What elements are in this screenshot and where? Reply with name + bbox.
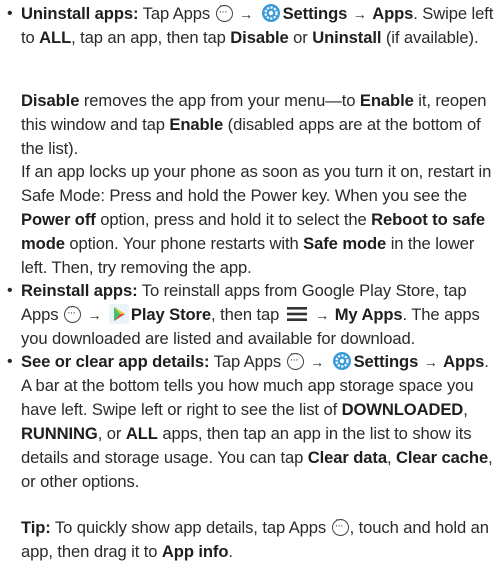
arrow-icon: → bbox=[423, 354, 438, 370]
reinstall-apps-text: Reinstall apps: To reinstall apps from G… bbox=[21, 279, 501, 351]
arrow-icon: → bbox=[87, 307, 102, 323]
uninstall-apps-text: Uninstall apps: Tap Apps → Settings → Ap… bbox=[21, 1, 501, 50]
disable-paragraph: Disable removes the app from your menu—t… bbox=[21, 91, 487, 158]
arrow-icon: → bbox=[239, 6, 254, 22]
arrow-icon: → bbox=[352, 6, 367, 22]
reinstall-apps-title: Reinstall apps: bbox=[21, 281, 138, 300]
bullet: • bbox=[7, 353, 13, 370]
safe-mode-paragraph: If an app locks up your phone as soon as… bbox=[21, 162, 492, 277]
tip-paragraph: Tip: To quickly show app details, tap Ap… bbox=[21, 515, 501, 564]
uninstall-apps-title: Uninstall apps: bbox=[21, 4, 139, 23]
help-page: • Uninstall apps: Tap Apps → Settings → … bbox=[0, 0, 504, 570]
settings-gear-icon bbox=[261, 4, 280, 22]
apps-icon bbox=[63, 302, 81, 323]
app-details-text: See or clear app details: Tap Apps → Set… bbox=[21, 349, 501, 494]
menu-icon bbox=[286, 307, 307, 321]
play-store-icon bbox=[108, 304, 129, 324]
tip-label: Tip: bbox=[21, 518, 51, 537]
settings-gear-icon bbox=[332, 352, 351, 370]
app-details-title: See or clear app details: bbox=[21, 352, 210, 371]
apps-icon bbox=[286, 349, 304, 370]
apps-icon bbox=[331, 515, 349, 536]
bullet: • bbox=[7, 5, 13, 22]
arrow-icon: → bbox=[315, 307, 330, 323]
apps-icon bbox=[215, 1, 233, 22]
arrow-icon: → bbox=[310, 354, 325, 370]
bullet: • bbox=[7, 282, 13, 299]
